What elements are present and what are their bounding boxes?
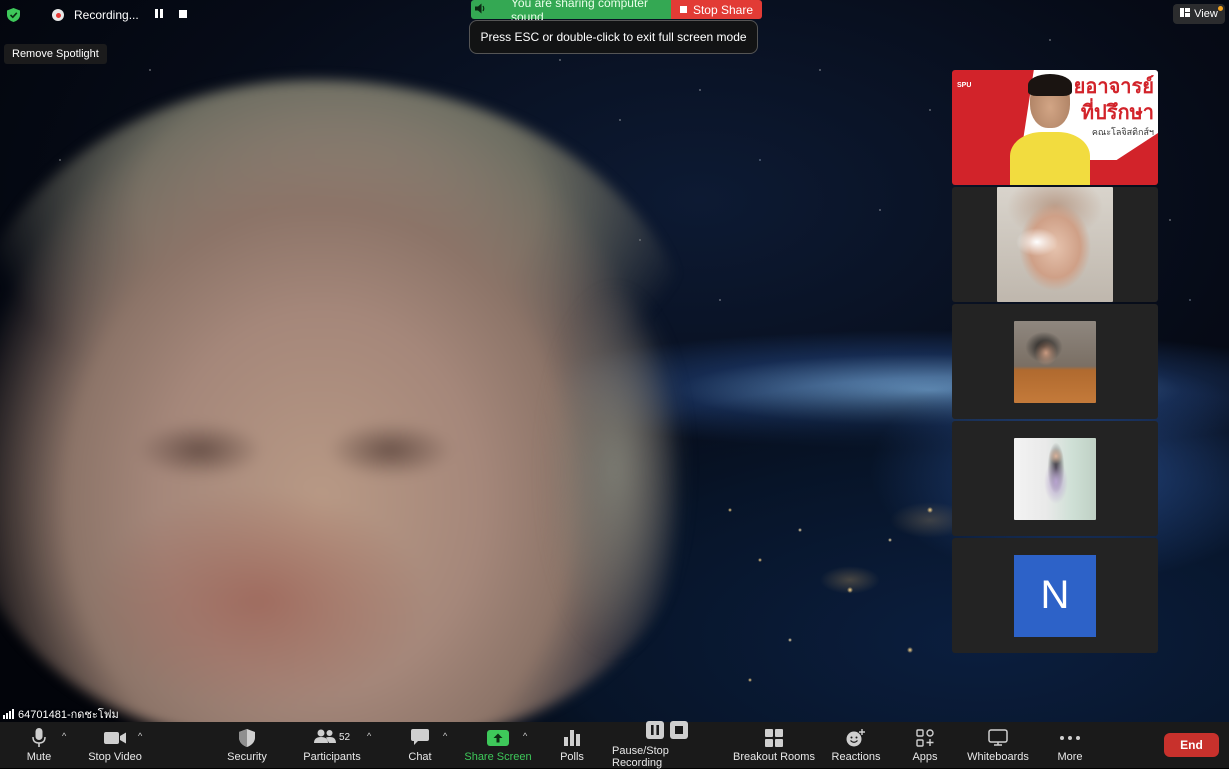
participant-tile-2[interactable]	[952, 187, 1158, 302]
participant-tile-5[interactable]: N	[952, 538, 1158, 653]
whiteboard-icon	[988, 728, 1008, 748]
security-shield-icon	[239, 728, 255, 748]
share-screen-button[interactable]: Share Screen	[462, 722, 534, 768]
apps-button[interactable]: Apps	[908, 722, 942, 768]
participants-icon-wrap: 52	[313, 728, 351, 748]
speaker-sound-icon	[475, 3, 487, 17]
mute-label: Mute	[26, 750, 52, 763]
share-banner: You are sharing computer sound Stop Shar…	[471, 0, 762, 24]
remove-spotlight-label: Remove Spotlight	[12, 48, 99, 60]
security-label: Security	[227, 750, 267, 763]
notification-dot	[1218, 6, 1223, 11]
share-screen-icon	[487, 728, 509, 748]
remove-spotlight-button[interactable]: Remove Spotlight	[4, 44, 107, 64]
esc-tip-text: Press ESC or double-click to exit full s…	[480, 30, 747, 44]
connection-signal-icon	[3, 709, 14, 719]
banner-line-1: ยอาจารย์	[1073, 76, 1154, 98]
view-label: View	[1194, 8, 1218, 20]
stop-share-button[interactable]: Stop Share	[671, 0, 762, 19]
recording-label: Recording...	[74, 8, 139, 22]
chat-options-chevron-icon[interactable]: ^	[443, 731, 447, 741]
share-options-chevron-icon[interactable]: ^	[523, 731, 527, 741]
breakout-rooms-button[interactable]: Breakout Rooms	[732, 722, 816, 768]
whiteboards-button[interactable]: Whiteboards	[962, 722, 1034, 768]
fullscreen-exit-tip: Press ESC or double-click to exit full s…	[469, 20, 758, 54]
more-dots-icon	[1060, 728, 1080, 748]
chat-label: Chat	[408, 750, 432, 763]
video-options-chevron-icon[interactable]: ^	[138, 731, 142, 741]
speaker-name: 64701481-กดชะโฟม	[18, 709, 119, 721]
mute-button[interactable]: Mute	[22, 722, 56, 768]
banner-line-2: ที่ปรึกษา	[1080, 102, 1154, 124]
polls-chart-icon	[564, 728, 580, 748]
stop-icon	[679, 6, 687, 13]
share-screen-label: Share Screen	[464, 750, 532, 763]
meeting-toolbar: Mute ^ Stop Video ^ Security 52 Particip…	[0, 721, 1229, 769]
polls-button[interactable]: Polls	[556, 722, 588, 768]
speaker-name-label: 64701481-กดชะโฟม	[3, 706, 119, 722]
participant-video	[997, 187, 1113, 302]
recording-dot-icon	[52, 9, 64, 21]
encryption-shield-icon[interactable]	[6, 8, 20, 22]
microphone-icon	[32, 727, 46, 748]
participants-label: Participants	[303, 750, 361, 763]
chat-button[interactable]: Chat	[404, 722, 436, 768]
stop-recording-icon[interactable]	[178, 9, 187, 21]
banner-line-3: คณะโลจิสติกส์ฯ	[1091, 127, 1154, 137]
stop-video-label: Stop Video	[88, 750, 142, 763]
polls-label: Polls	[560, 750, 584, 763]
chat-bubble-icon	[411, 728, 429, 748]
stop-icon	[670, 721, 688, 742]
participant-tile-3[interactable]	[952, 304, 1158, 419]
participants-options-chevron-icon[interactable]: ^	[367, 731, 371, 741]
participant-tile-1[interactable]: SPU ยอาจารย์ ที่ปรึกษา คณะโลจิสติกส์ฯ	[952, 70, 1158, 185]
participant-video	[1014, 437, 1096, 520]
breakout-rooms-icon	[765, 728, 783, 748]
stop-video-button[interactable]: Stop Video	[86, 722, 144, 768]
apps-icon	[916, 728, 934, 748]
sharing-sound-indicator: You are sharing computer sound	[471, 0, 671, 24]
recording-indicator: Recording...	[6, 4, 187, 26]
participant-tile-4[interactable]	[952, 421, 1158, 536]
end-meeting-button[interactable]: End	[1164, 733, 1219, 757]
apps-label: Apps	[912, 750, 938, 763]
spu-logo: SPU	[957, 82, 972, 89]
speaker-hair	[520, 240, 710, 700]
pause-stop-recording-label: Pause/Stop Recording	[612, 744, 669, 769]
participant-video	[1014, 320, 1096, 403]
pause-icon	[646, 721, 664, 742]
pause-recording-icon[interactable]	[154, 9, 163, 21]
pause-stop-recording-button[interactable]: Pause/Stop Recording	[612, 721, 722, 769]
breakout-rooms-label: Breakout Rooms	[733, 750, 815, 763]
reactions-button[interactable]: Reactions	[829, 722, 883, 768]
more-label: More	[1057, 750, 1083, 763]
avatar: N	[1014, 554, 1096, 637]
audio-options-chevron-icon[interactable]: ^	[62, 731, 66, 741]
grid-view-icon	[1180, 8, 1191, 20]
participants-button[interactable]: 52 Participants	[302, 722, 362, 768]
more-button[interactable]: More	[1053, 722, 1087, 768]
participant-gallery: SPU ยอาจารย์ ที่ปรึกษา คณะโลจิสติกส์ฯ N	[952, 70, 1158, 653]
avatar-initial: N	[1040, 573, 1070, 617]
end-label: End	[1180, 738, 1203, 752]
whiteboards-label: Whiteboards	[967, 750, 1029, 763]
participants-icon	[313, 729, 336, 746]
reactions-label: Reactions	[831, 750, 881, 763]
stop-share-label: Stop Share	[692, 2, 754, 17]
participants-count: 52	[338, 732, 351, 743]
security-button[interactable]: Security	[224, 722, 270, 768]
reactions-smiley-icon	[846, 728, 866, 748]
banner-text: ยอาจารย์ ที่ปรึกษา คณะโลจิสติกส์ฯ	[1064, 74, 1154, 138]
video-camera-icon	[104, 728, 126, 748]
recording-controls-icons	[646, 721, 688, 742]
view-button[interactable]: View	[1173, 4, 1225, 24]
